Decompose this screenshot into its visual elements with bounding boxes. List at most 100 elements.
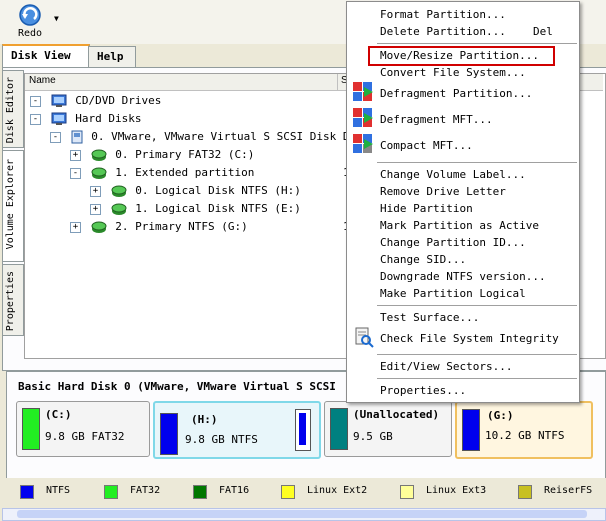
partition-info: 9.5 GB — [353, 430, 393, 443]
menu-separator — [377, 43, 577, 44]
side-tab-properties[interactable]: Properties — [2, 264, 24, 336]
partition-info: 10.2 GB NTFS — [485, 429, 565, 442]
column-name-header[interactable]: Name — [29, 75, 56, 86]
tree-row-logical-e[interactable]: + 1. Logical Disk NTFS (E:) — [90, 201, 301, 217]
tab-disk-view[interactable]: Disk View — [2, 44, 90, 69]
collapse-icon[interactable]: - — [50, 131, 61, 143]
menu-item-make-logical[interactable]: Make Partition Logical — [347, 285, 579, 302]
legend-swatch — [104, 485, 118, 499]
tree-row-partition-g[interactable]: + 2. Primary NTFS (G:) — [70, 219, 248, 235]
redo-dropdown-arrow[interactable]: ▼ — [54, 14, 59, 23]
disk-partition-h[interactable]: (H:) 9.8 GB NTFS — [153, 401, 321, 459]
menu-item-mark-active[interactable]: Mark Partition as Active — [347, 217, 579, 234]
menu-item-change-sid[interactable]: Change SID... — [347, 251, 579, 268]
defragment-mft-icon — [353, 108, 373, 127]
menu-item-defragment-mft[interactable]: Defragment MFT... — [347, 108, 579, 128]
side-tab-volume-explorer-label: Volume Explorer — [5, 159, 16, 250]
menu-item-edit-view-sectors[interactable]: Edit/View Sectors... — [347, 358, 579, 375]
partition-e-mini-block[interactable] — [295, 409, 311, 451]
menu-item-label: Remove Drive Letter — [380, 185, 506, 198]
tree-label: 1. Extended partition — [115, 166, 255, 179]
menu-item-label: Change SID... — [380, 253, 467, 266]
partition-name: (H:) — [191, 413, 218, 426]
menu-item-delete-partition[interactable]: Delete Partition... Del — [347, 23, 579, 40]
partition-color-swatch — [462, 409, 480, 451]
scrollbar-thumb[interactable] — [17, 510, 587, 518]
tree-label: 0. Logical Disk NTFS (H:) — [135, 184, 301, 197]
tree-label: 0. Primary FAT32 (C:) — [115, 148, 255, 161]
legend-label: Linux Ext3 — [426, 485, 487, 496]
tab-help[interactable]: Help — [88, 46, 136, 67]
horizontal-scrollbar[interactable] — [2, 508, 606, 521]
tree-row-partition-c[interactable]: + 0. Primary FAT32 (C:) — [70, 147, 254, 163]
partition-icon — [111, 203, 127, 215]
tree-row-logical-h[interactable]: + 0. Logical Disk NTFS (H:) — [90, 183, 301, 199]
legend-label: NTFS — [46, 485, 71, 496]
menu-item-label: Downgrade NTFS version... — [380, 270, 546, 283]
menu-item-change-partition-id[interactable]: Change Partition ID... — [347, 234, 579, 251]
expand-icon[interactable]: + — [70, 149, 81, 161]
menu-item-format-partition[interactable]: Format Partition... — [347, 6, 579, 23]
disk-partition-g[interactable]: (G:) 10.2 GB NTFS — [455, 401, 593, 459]
menu-separator — [377, 162, 577, 163]
tree-row-extended[interactable]: - 1. Extended partition — [70, 165, 254, 181]
menu-item-label: Properties... — [380, 384, 467, 397]
menu-item-remove-drive-letter[interactable]: Remove Drive Letter — [347, 183, 579, 200]
disk-partition-unallocated[interactable]: (Unallocated) 9.5 GB — [324, 401, 452, 457]
menu-item-convert-file-system[interactable]: Convert File System... — [347, 64, 579, 81]
collapse-icon[interactable]: - — [70, 167, 81, 179]
menu-item-check-file-system[interactable]: Check File System Integrity — [347, 327, 579, 348]
menu-separator — [377, 354, 577, 355]
menu-item-defragment-partition[interactable]: Defragment Partition... — [347, 82, 579, 102]
tree-label: CD/DVD Drives — [75, 94, 162, 107]
menu-item-label: Format Partition... — [380, 8, 506, 21]
menu-item-properties[interactable]: Properties... — [347, 382, 579, 399]
column-divider[interactable] — [337, 74, 338, 90]
menu-item-shortcut: Del — [533, 25, 553, 38]
collapse-icon[interactable]: - — [30, 95, 41, 107]
legend-swatch — [20, 485, 34, 499]
partition-color-swatch — [299, 413, 306, 445]
legend-swatch — [281, 485, 295, 499]
partition-info: 9.8 GB NTFS — [185, 433, 258, 446]
menu-item-hide-partition[interactable]: Hide Partition — [347, 200, 579, 217]
compact-mft-icon — [353, 134, 373, 153]
legend-label: ReiserFS — [544, 485, 593, 496]
partition-name: (C:) — [45, 408, 72, 421]
tree-row-cd-dvd[interactable]: - CD/DVD Drives — [30, 93, 161, 109]
menu-item-compact-mft[interactable]: Compact MFT... — [347, 134, 579, 154]
expand-icon[interactable]: + — [70, 221, 81, 233]
tree-label: Hard Disks — [75, 112, 142, 125]
tree-label: 1. Logical Disk NTFS (E:) — [135, 202, 301, 215]
partition-icon — [91, 167, 107, 179]
menu-item-label: Change Partition ID... — [380, 236, 526, 249]
side-tab-disk-editor[interactable]: Disk Editor — [2, 70, 24, 148]
side-tab-volume-explorer[interactable]: Volume Explorer — [2, 150, 24, 262]
partition-info: 9.8 GB FAT32 — [45, 430, 125, 443]
menu-item-label: Defragment Partition... — [380, 87, 533, 100]
partition-name: (G:) — [487, 409, 514, 422]
legend-label: Linux Ext2 — [307, 485, 368, 496]
disk-partition-c[interactable]: (C:) 9.8 GB FAT32 — [16, 401, 150, 457]
tree-row-disk-0[interactable]: - 0. VMware, VMware Virtual S SCSI Disk … — [50, 129, 369, 145]
tree-label: 2. Primary NTFS (G:) — [115, 220, 248, 233]
menu-item-downgrade-ntfs[interactable]: Downgrade NTFS version... — [347, 268, 579, 285]
legend-label: FAT32 — [130, 485, 161, 496]
menu-item-test-surface[interactable]: Test Surface... — [347, 309, 579, 326]
disk-device-icon — [71, 130, 83, 144]
collapse-icon[interactable]: - — [30, 113, 41, 125]
expand-icon[interactable]: + — [90, 185, 101, 197]
redo-icon — [19, 4, 41, 26]
tree-row-hard-disks[interactable]: - Hard Disks — [30, 111, 141, 127]
menu-item-change-volume-label[interactable]: Change Volume Label... — [347, 166, 579, 183]
legend-label: FAT16 — [219, 485, 250, 496]
legend-bar — [0, 478, 606, 508]
disk-map-title: Basic Hard Disk 0 (VMware, VMware Virtua… — [18, 380, 336, 393]
redo-label: Redo — [17, 28, 43, 39]
partition-icon — [111, 185, 127, 197]
redo-button[interactable]: Redo — [10, 2, 50, 42]
hard-disk-group-icon — [51, 112, 67, 125]
expand-icon[interactable]: + — [90, 203, 101, 215]
menu-item-label: Check File System Integrity — [380, 332, 559, 345]
cd-drive-icon — [51, 94, 67, 107]
